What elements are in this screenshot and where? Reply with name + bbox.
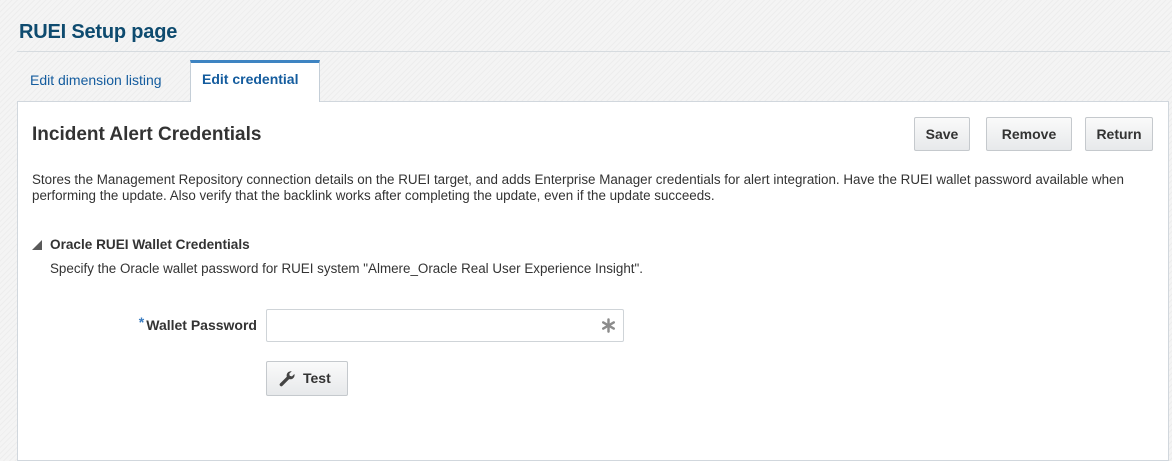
credential-panel: Incident Alert Credentials Save Remove R… (17, 101, 1169, 461)
wallet-password-input[interactable] (266, 309, 624, 342)
tab-edit-dimension-listing[interactable]: Edit dimension listing (19, 62, 190, 99)
header-divider (17, 51, 1170, 52)
asterisk-lock-icon (602, 318, 615, 333)
wallet-credentials-title: Oracle RUEI Wallet Credentials (50, 237, 250, 252)
section-title: Incident Alert Credentials (32, 124, 262, 145)
return-button[interactable]: Return (1085, 117, 1153, 151)
triangle-expanded-icon (32, 240, 42, 250)
wallet-password-label-text: Wallet Password (146, 317, 257, 333)
wallet-password-label: * Wallet Password (117, 314, 257, 333)
save-button[interactable]: Save (914, 117, 970, 151)
page-title: RUEI Setup page (19, 21, 178, 43)
test-button[interactable]: Test (266, 361, 348, 396)
test-button-label: Test (303, 370, 331, 386)
wallet-credentials-description: Specify the Oracle wallet password for R… (50, 261, 643, 276)
section-description: Stores the Management Repository connect… (32, 172, 1124, 203)
required-indicator: * (138, 314, 145, 330)
remove-button[interactable]: Remove (986, 117, 1072, 151)
page-header: RUEI Setup page (0, 0, 1172, 52)
tab-edit-credential[interactable]: Edit credential (190, 60, 320, 102)
wrench-icon (279, 371, 295, 387)
